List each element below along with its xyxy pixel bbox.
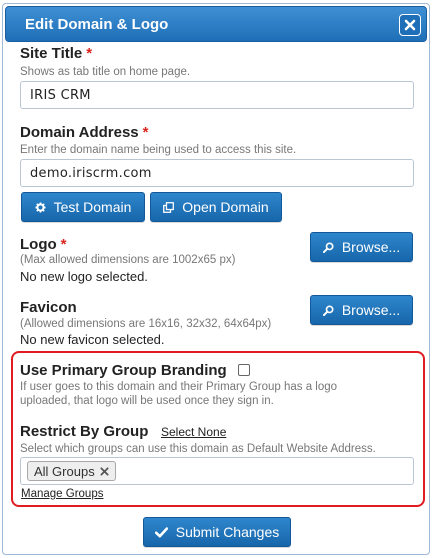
branding-label: Use Primary Group Branding <box>20 362 227 379</box>
domain-address-input[interactable] <box>20 159 414 187</box>
search-icon <box>322 241 334 253</box>
search-icon <box>322 304 334 316</box>
required-mark: * <box>86 45 93 62</box>
domain-address-hint: Enter the domain name being used to acce… <box>20 144 297 156</box>
group-tag: All Groups <box>27 461 116 481</box>
select-none-link[interactable]: Select None <box>161 425 226 439</box>
site-title-input[interactable] <box>20 81 414 109</box>
external-link-icon <box>163 201 175 213</box>
open-domain-button[interactable]: Open Domain <box>150 192 282 222</box>
dialog-titlebar: Edit Domain & Logo <box>5 6 427 42</box>
logo-label: Logo * <box>20 236 67 253</box>
favicon-hint: (Allowed dimensions are 16x16, 32x32, 64… <box>20 318 272 330</box>
logo-browse-button[interactable]: Browse... <box>310 232 413 262</box>
group-tag-label: All Groups <box>34 463 95 479</box>
branding-hint-line1: If user goes to this domain and their Pr… <box>20 381 338 393</box>
logo-status: No new logo selected. <box>20 269 148 284</box>
domain-address-label: Domain Address * <box>20 124 149 141</box>
site-title-label: Site Title * <box>20 45 93 62</box>
close-icon <box>404 19 416 31</box>
branding-hint-line2: uploaded, that logo will be used once th… <box>20 395 274 407</box>
dialog-title: Edit Domain & Logo <box>25 16 169 33</box>
restrict-label: Restrict By Group <box>20 423 149 440</box>
site-title-hint: Shows as tab title on home page. <box>20 66 191 78</box>
test-domain-button[interactable]: Test Domain <box>21 192 145 222</box>
favicon-browse-button[interactable]: Browse... <box>310 295 413 325</box>
remove-tag-icon[interactable] <box>100 466 109 476</box>
logo-hint: (Max allowed dimensions are 1002x65 px) <box>20 254 236 266</box>
group-select[interactable]: All Groups <box>20 457 414 485</box>
gear-icon <box>35 201 46 213</box>
favicon-status: No new favicon selected. <box>20 332 165 347</box>
branding-checkbox[interactable] <box>238 364 250 376</box>
submit-changes-button[interactable]: Submit Changes <box>143 517 291 547</box>
close-button[interactable] <box>399 14 421 36</box>
favicon-label: Favicon <box>20 299 77 316</box>
restrict-hint: Select which groups can use this domain … <box>20 443 376 455</box>
check-icon <box>154 526 168 538</box>
required-mark: * <box>60 236 67 253</box>
manage-groups-link[interactable]: Manage Groups <box>21 488 103 500</box>
required-mark: * <box>142 124 149 141</box>
